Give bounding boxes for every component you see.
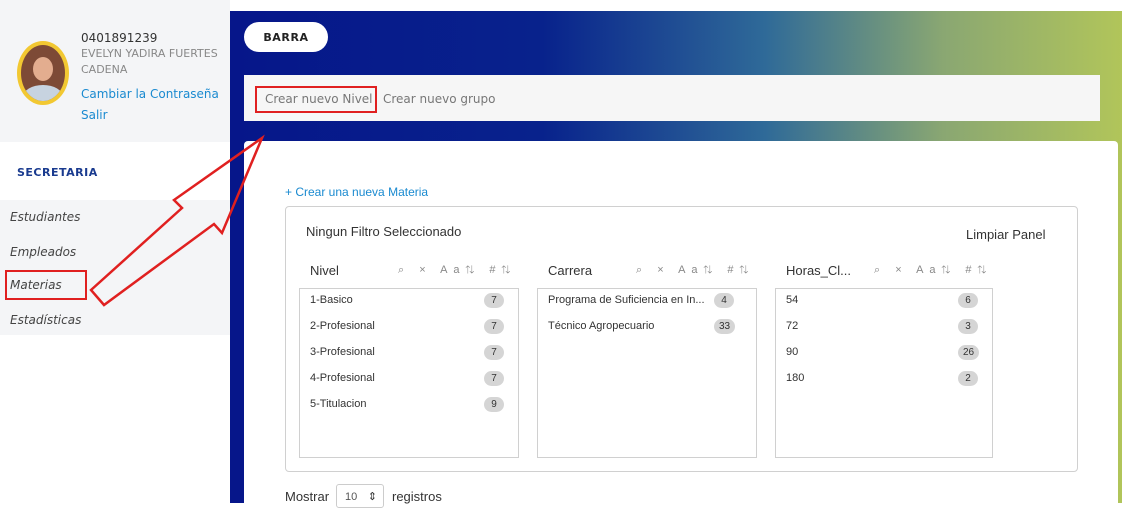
sidebar-item-estudiantes[interactable]: Estudiantes <box>10 210 80 224</box>
barra-button[interactable]: BARRA <box>244 22 328 52</box>
avatar <box>17 41 69 105</box>
sidebar-item-empleados[interactable]: Empleados <box>10 245 76 259</box>
filter-status: Ningun Filtro Seleccionado <box>306 224 462 239</box>
materias-highlight-box <box>5 270 87 300</box>
count-badge: 33 <box>714 319 736 334</box>
user-profile: 0401891239 EVELYN YADIRA FUERTES CADENA … <box>0 0 230 142</box>
list-item[interactable]: 4-Profesional <box>310 372 375 384</box>
pane-list-horas: 54 6 72 3 90 26 180 2 <box>775 288 993 458</box>
count-badge: 2 <box>958 371 978 386</box>
pane-list-nivel: 1-Basico 7 2-Profesional 7 3-Profesional… <box>299 288 519 458</box>
list-item[interactable]: 5-Titulacion <box>310 398 366 410</box>
sidebar-item-estadisticas[interactable]: Estadísticas <box>10 313 81 327</box>
pane-header-horas: Horas_Cl... <box>786 263 852 278</box>
count-badge: 3 <box>958 319 978 334</box>
list-item[interactable]: Técnico Agropecuario <box>548 320 654 332</box>
new-materia-link[interactable]: + Crear una nueva Materia <box>285 185 428 199</box>
section-title: SECRETARIA <box>17 166 98 179</box>
user-name: EVELYN YADIRA FUERTES CADENA <box>81 47 218 76</box>
user-id: 0401891239 <box>81 31 158 45</box>
list-item[interactable]: 1-Basico <box>310 294 353 306</box>
show-label: Mostrar <box>285 489 330 504</box>
list-item[interactable]: 90 <box>786 346 798 358</box>
list-item[interactable]: 180 <box>786 372 804 384</box>
count-badge: 4 <box>714 293 734 308</box>
pane-nivel-tools-icon[interactable]: ⌕ × Aa⇅ #⇅ <box>398 264 516 277</box>
pane-header-nivel: Nivel <box>310 263 339 278</box>
clear-panel-button[interactable]: Limpiar Panel <box>966 227 1046 242</box>
create-level-highlight-box <box>255 86 377 113</box>
count-badge: 7 <box>484 345 504 360</box>
updown-icon: ⇕ <box>367 491 377 503</box>
count-badge: 7 <box>484 293 504 308</box>
records-label: registros <box>392 489 442 504</box>
count-badge: 7 <box>484 319 504 334</box>
page-length-select[interactable]: 10 ⇕ <box>336 484 384 508</box>
pane-list-carrera: Programa de Suficiencia en In... 4 Técni… <box>537 288 757 458</box>
list-item[interactable]: 72 <box>786 320 798 332</box>
list-item[interactable]: 3-Profesional <box>310 346 375 358</box>
count-badge: 9 <box>484 397 504 412</box>
sidebar: 0401891239 EVELYN YADIRA FUERTES CADENA … <box>0 0 230 503</box>
pane-carrera-tools-icon[interactable]: ⌕ × Aa⇅ #⇅ <box>636 264 754 277</box>
create-group-link[interactable]: Crear nuevo grupo <box>383 92 496 106</box>
pane-header-carrera: Carrera <box>548 263 593 278</box>
count-badge: 7 <box>484 371 504 386</box>
count-badge: 6 <box>958 293 978 308</box>
change-password-link[interactable]: Cambiar la Contraseña <box>81 87 219 101</box>
list-item[interactable]: Programa de Suficiencia en In... <box>548 294 705 306</box>
page-length-value: 10 <box>345 491 358 503</box>
count-badge: 26 <box>958 345 980 360</box>
logout-link[interactable]: Salir <box>81 108 108 122</box>
list-item[interactable]: 2-Profesional <box>310 320 375 332</box>
pane-horas-tools-icon[interactable]: ⌕ × Aa⇅ #⇅ <box>874 264 992 277</box>
list-item[interactable]: 54 <box>786 294 798 306</box>
